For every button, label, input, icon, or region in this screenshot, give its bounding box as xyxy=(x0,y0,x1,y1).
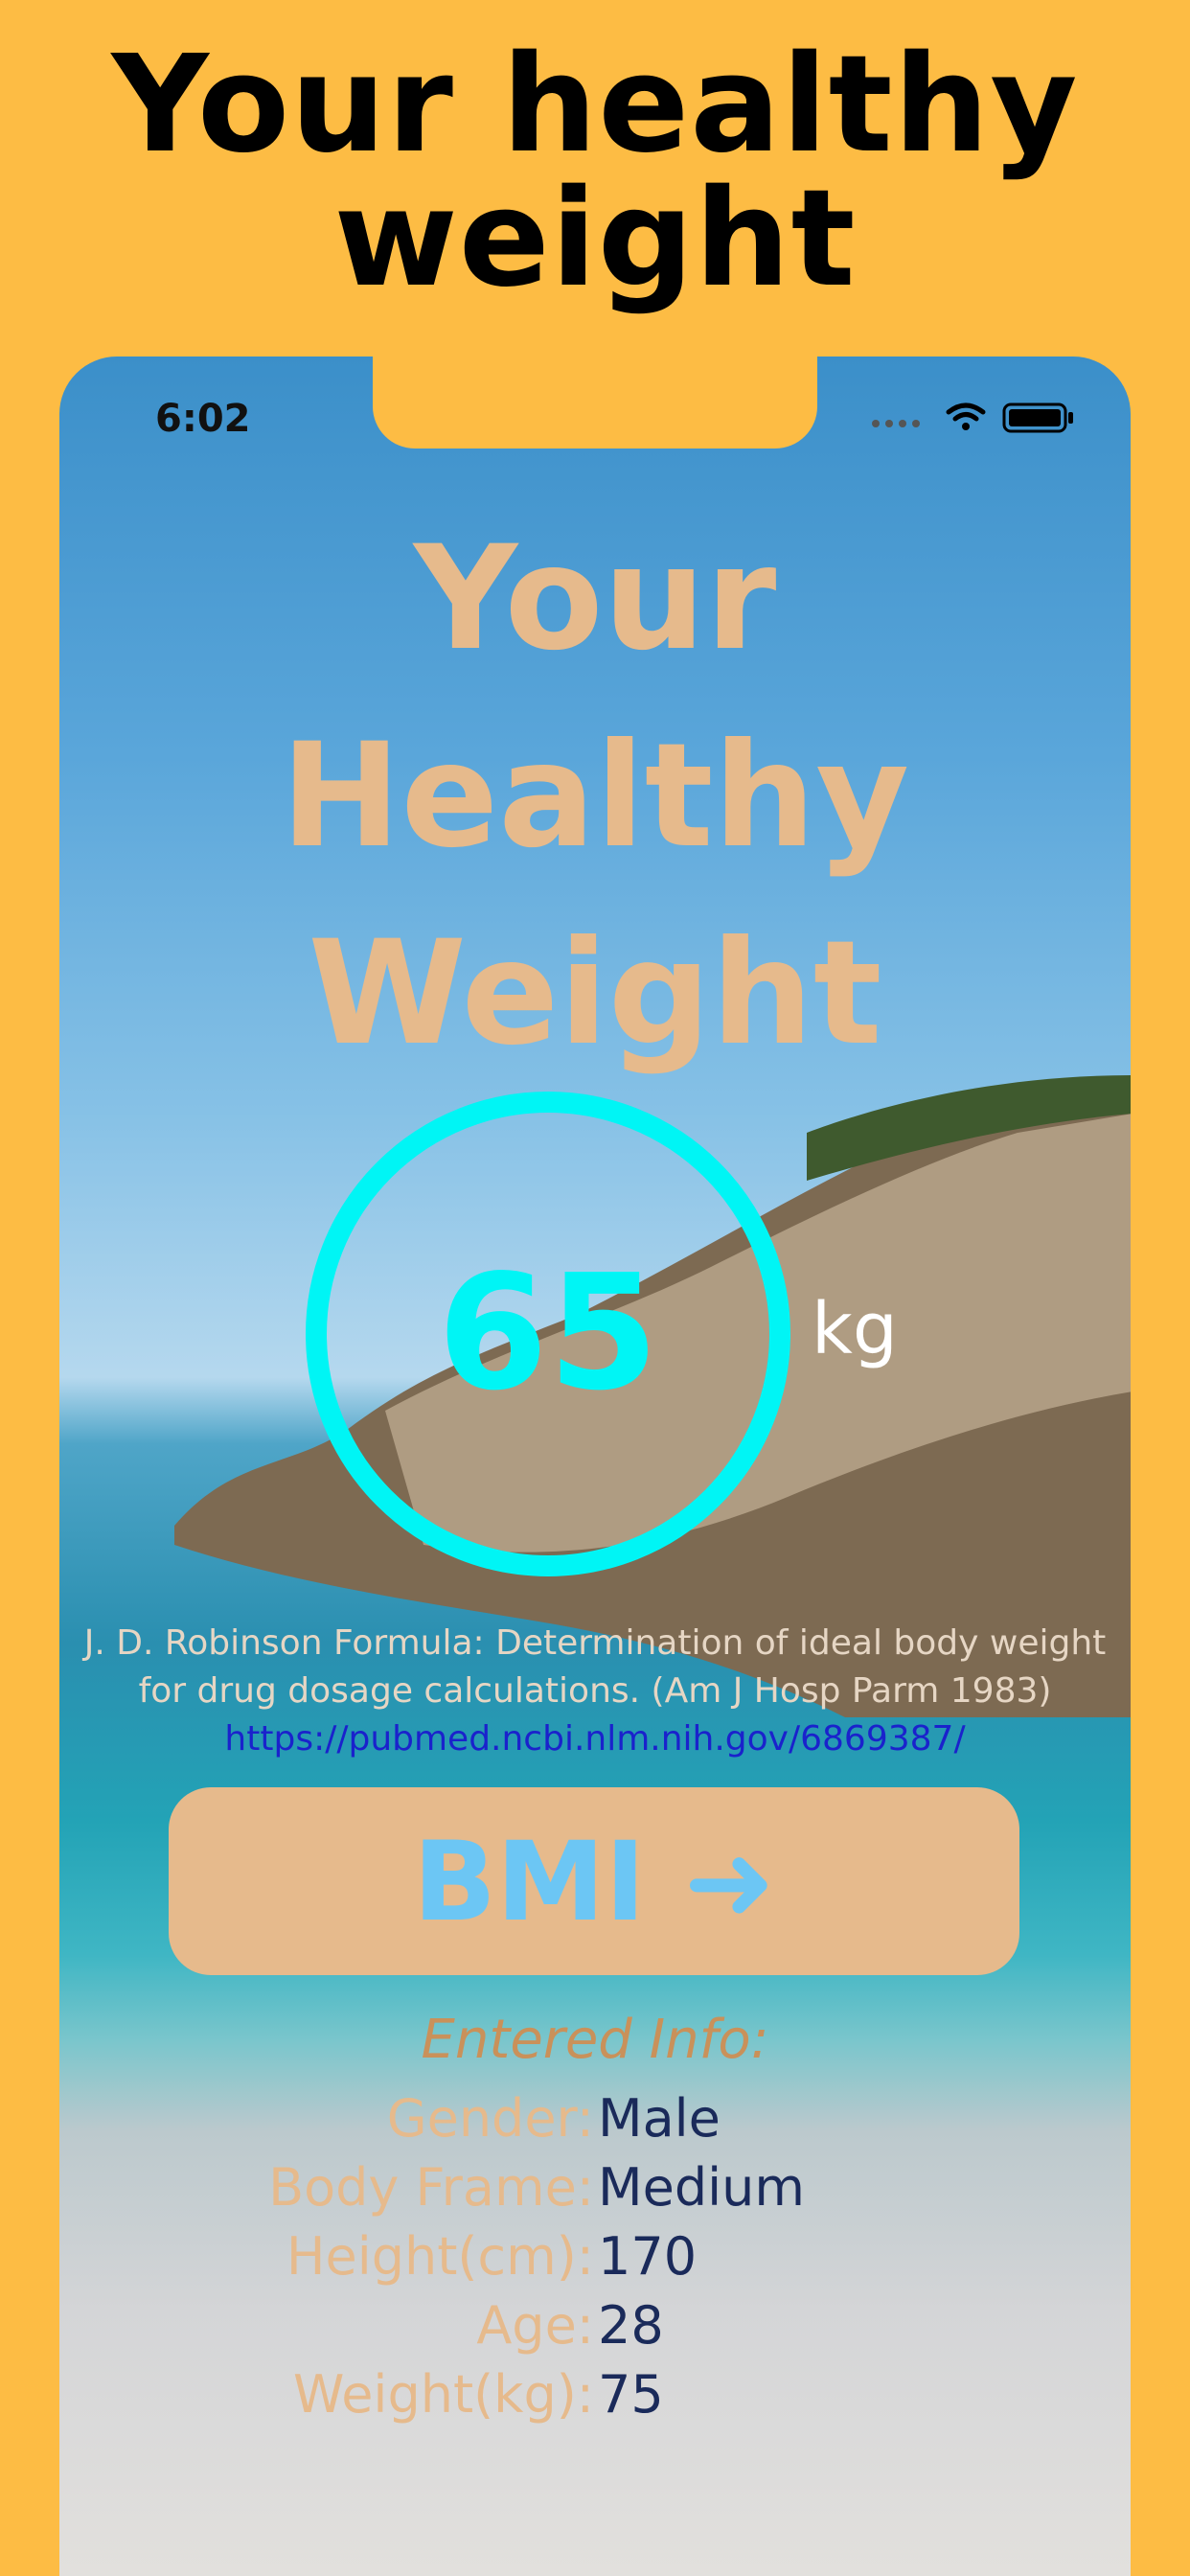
app-title-line3: Weight xyxy=(308,910,882,1077)
status-time: 6:02 xyxy=(155,397,251,441)
app-title: Your Healthy Weight xyxy=(59,500,1131,1092)
promo-title-line1: Your healthy xyxy=(111,27,1079,183)
info-value: 75 xyxy=(598,2364,664,2425)
wifi-icon xyxy=(946,402,986,430)
info-row-age: Age: 28 xyxy=(59,2291,1131,2360)
app-title-line1: Your xyxy=(413,516,777,682)
bmi-button[interactable]: BMI ➜ xyxy=(169,1787,1019,1975)
info-label: Gender: xyxy=(386,2088,594,2149)
promo-title-line2: weight xyxy=(333,161,857,317)
weight-unit-label: kg xyxy=(812,1288,898,1370)
ideal-weight-value: 65 xyxy=(437,1241,659,1426)
info-label: Weight(kg): xyxy=(292,2364,594,2425)
status-icons xyxy=(872,402,1073,433)
device-notch xyxy=(373,356,817,448)
formula-citation-line1: J. D. Robinson Formula: Determination of… xyxy=(83,1623,1107,1663)
pubmed-link[interactable]: https://pubmed.ncbi.nlm.nih.gov/6869387/ xyxy=(59,1715,1131,1763)
signal-icon xyxy=(872,420,920,427)
formula-citation-line2: for drug dosage calculations. (Am J Hosp… xyxy=(138,1671,1052,1711)
info-value: Male xyxy=(598,2088,721,2149)
entered-info-heading: Entered Info: xyxy=(421,2009,769,2071)
formula-citation: J. D. Robinson Formula: Determination of… xyxy=(59,1620,1131,1715)
info-row-height: Height(cm): 170 xyxy=(59,2222,1131,2291)
battery-icon xyxy=(1002,402,1073,433)
info-label: Height(cm): xyxy=(286,2226,594,2287)
info-row-body-frame: Body Frame: Medium xyxy=(59,2153,1131,2222)
info-label: Body Frame: xyxy=(268,2157,594,2218)
info-value: 170 xyxy=(598,2226,698,2287)
app-title-line2: Healthy xyxy=(280,713,910,880)
info-value: Medium xyxy=(598,2157,805,2218)
promo-title: Your healthy weight xyxy=(0,38,1190,307)
info-row-weight: Weight(kg): 75 xyxy=(59,2360,1131,2429)
info-value: 28 xyxy=(598,2295,664,2356)
info-row-gender: Gender: Male xyxy=(59,2084,1131,2153)
phone-screen: 6:02 Your Healthy Weight 65 kg J. D. Rob… xyxy=(59,356,1131,2576)
info-label: Age: xyxy=(476,2295,594,2356)
